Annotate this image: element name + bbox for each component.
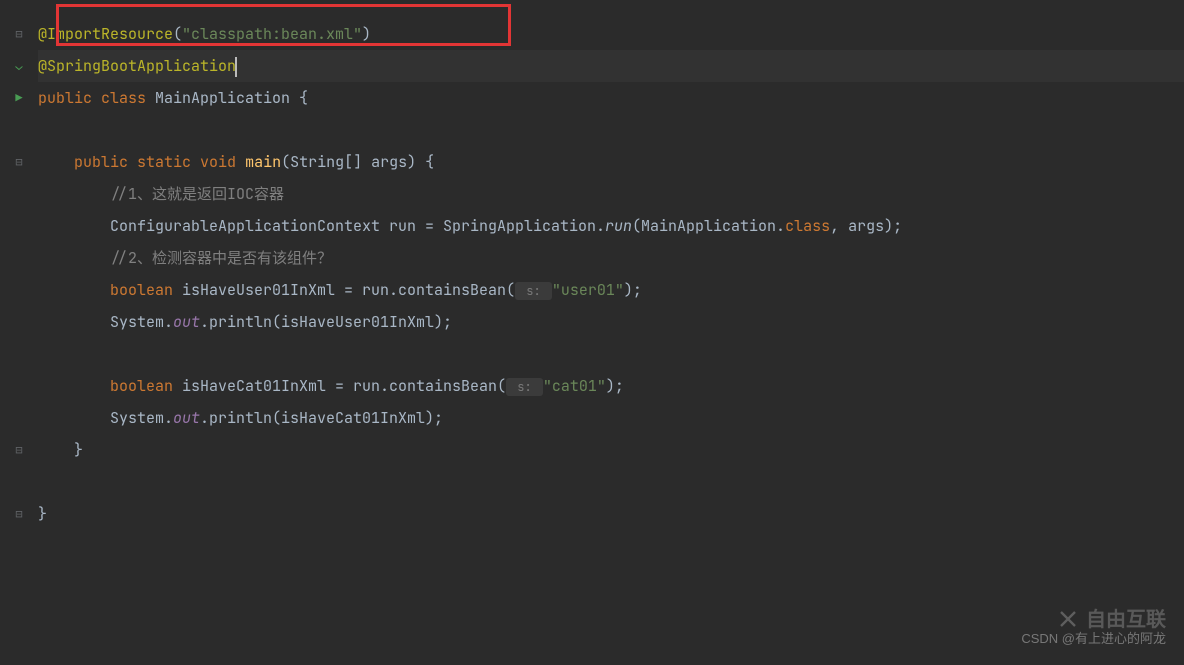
comment: //2、检测容器中是否有该组件？ [110, 248, 332, 268]
code-text: System. [110, 408, 173, 428]
code-text: System. [110, 312, 173, 332]
code-text: ); [624, 280, 642, 300]
code-line[interactable]: System.out.println(isHaveCat01InXml); [38, 402, 1184, 434]
keyword: void [200, 152, 245, 172]
paren: ( [173, 24, 182, 44]
fold-handle-icon[interactable]: ⊟ [0, 146, 38, 178]
keyword: public [74, 152, 137, 172]
gutter-spacer [0, 178, 38, 210]
fold-handle-icon[interactable]: ⊟ [0, 18, 38, 50]
code-line[interactable]: ConfigurableApplicationContext run = Spr… [38, 210, 1184, 242]
gutter: ⊟ ⌄ ▶ ⊟ ⊟ ⊟ [0, 0, 38, 665]
method-call: run [605, 216, 632, 236]
method-name: main [245, 152, 281, 172]
code-line[interactable]: public class MainApplication { [38, 82, 1184, 114]
code-line[interactable] [38, 466, 1184, 498]
string-literal: "user01" [552, 280, 624, 300]
code-line[interactable]: System.out.println(isHaveUser01InXml); [38, 306, 1184, 338]
field-ref: out [173, 312, 200, 332]
code-line[interactable] [38, 114, 1184, 146]
text-cursor [235, 57, 237, 77]
indent [38, 376, 110, 396]
code-text: ConfigurableApplicationContext run = Spr… [110, 216, 605, 236]
code-line[interactable]: @ImportResource("classpath:bean.xml") [38, 18, 1184, 50]
indent [38, 280, 110, 300]
gutter-spacer [0, 306, 38, 338]
params: (String[] args) { [281, 152, 434, 172]
keyword: boolean [110, 280, 182, 300]
brace: } [74, 440, 83, 460]
gutter-spacer [0, 338, 38, 370]
gutter-marker-icon[interactable]: ⌄ [0, 50, 38, 82]
gutter-spacer [0, 242, 38, 274]
code-text: .println(isHaveCat01InXml); [200, 408, 443, 428]
fold-close-icon[interactable]: ⊟ [0, 498, 38, 530]
brace: } [38, 504, 47, 524]
keyword: static [137, 152, 200, 172]
fold-close-icon[interactable]: ⊟ [0, 434, 38, 466]
gutter-spacer [0, 114, 38, 146]
code-text: isHaveCat01InXml = run.containsBean( [182, 376, 506, 396]
annotation: @SpringBootApplication [38, 56, 236, 76]
code-line[interactable]: } [38, 434, 1184, 466]
code-line[interactable]: //2、检测容器中是否有该组件？ [38, 242, 1184, 274]
code-text: .println(isHaveUser01InXml); [200, 312, 452, 332]
keyword: class [785, 216, 830, 236]
code-line[interactable]: } [38, 498, 1184, 530]
code-line[interactable]: @SpringBootApplication [38, 50, 1184, 82]
param-hint: s: [515, 282, 552, 300]
code-text: ); [606, 376, 624, 396]
code-line[interactable]: boolean isHaveUser01InXml = run.contains… [38, 274, 1184, 306]
gutter-spacer [0, 210, 38, 242]
annotation: @ImportResource [38, 24, 173, 44]
indent [38, 408, 110, 428]
code-text: (MainApplication. [632, 216, 785, 236]
gutter-spacer [0, 466, 38, 498]
code-area[interactable]: @ImportResource("classpath:bean.xml") @S… [38, 0, 1184, 665]
indent [38, 152, 74, 172]
keyword: public [38, 88, 101, 108]
param-hint: s: [506, 378, 543, 396]
indent [38, 248, 110, 268]
indent [38, 216, 110, 236]
run-icon[interactable]: ▶ [0, 82, 38, 114]
code-line[interactable] [38, 338, 1184, 370]
gutter-spacer [0, 402, 38, 434]
indent [38, 312, 110, 332]
keyword: class [101, 88, 155, 108]
keyword: boolean [110, 376, 182, 396]
code-text: isHaveUser01InXml = run.containsBean( [182, 280, 515, 300]
gutter-spacer [0, 370, 38, 402]
string-literal: "classpath:bean.xml" [182, 24, 362, 44]
field-ref: out [173, 408, 200, 428]
comment: //1、这就是返回IOC容器 [110, 184, 284, 204]
code-editor[interactable]: ⊟ ⌄ ▶ ⊟ ⊟ ⊟ @ImportResource("classpath:b… [0, 0, 1184, 665]
paren: ) [362, 24, 371, 44]
gutter-spacer [0, 274, 38, 306]
code-line[interactable]: //1、这就是返回IOC容器 [38, 178, 1184, 210]
indent [38, 440, 74, 460]
brace: { [299, 88, 308, 108]
indent [38, 184, 110, 204]
code-line[interactable]: boolean isHaveCat01InXml = run.containsB… [38, 370, 1184, 402]
class-name: MainApplication [155, 88, 299, 108]
string-literal: "cat01" [543, 376, 606, 396]
code-line[interactable]: public static void main(String[] args) { [38, 146, 1184, 178]
code-text: , args); [830, 216, 902, 236]
